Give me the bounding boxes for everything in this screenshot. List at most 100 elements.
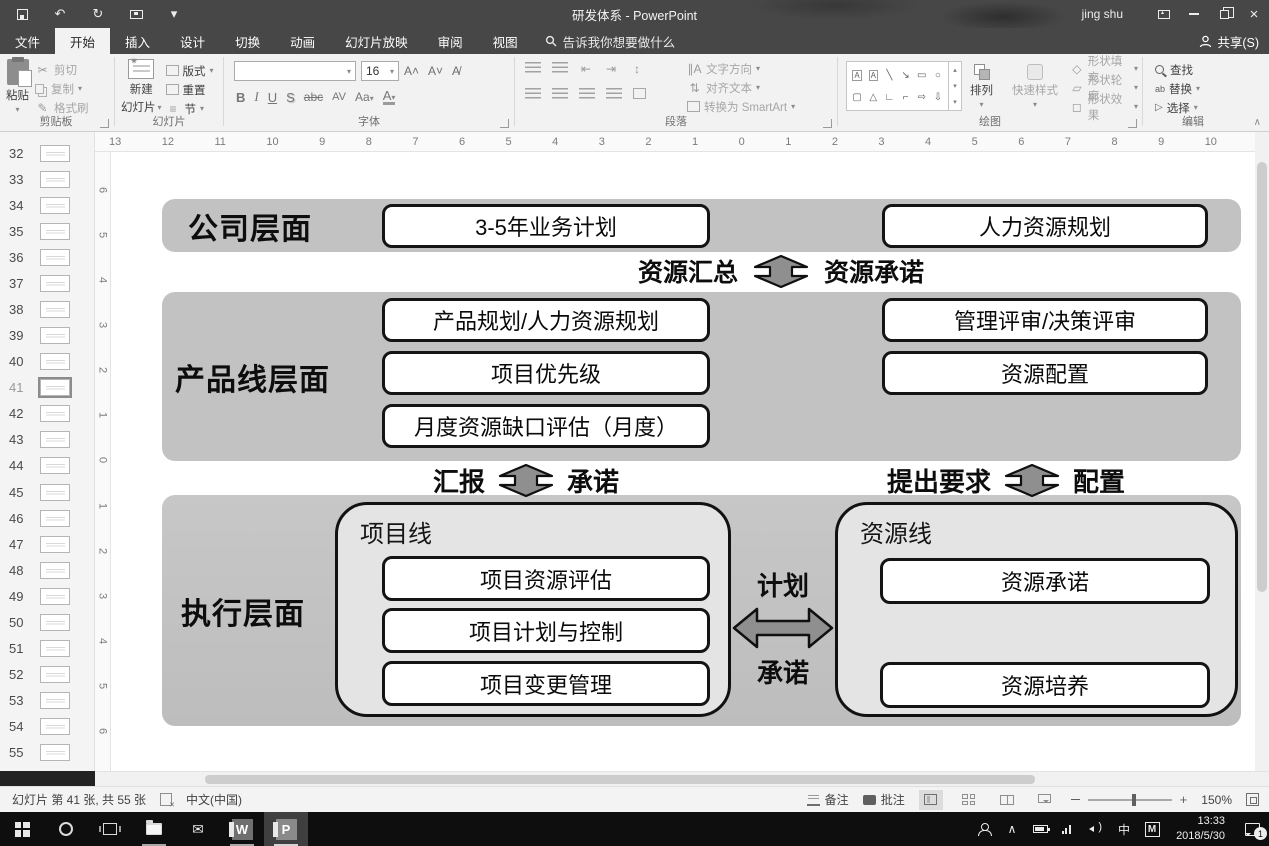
decrease-indent-icon[interactable]: ⇤ (579, 62, 593, 76)
find-button[interactable]: 查找 (1153, 60, 1241, 79)
slide-thumbnail[interactable]: 40 (0, 350, 94, 374)
slide-thumbnail[interactable]: 48 (0, 558, 94, 582)
diagram-box[interactable]: 资源培养 (880, 662, 1210, 708)
shrink-font-button[interactable]: A˅ (428, 64, 443, 78)
band-product-line-level[interactable]: 产品线层面 产品规划/人力资源规划 项目优先级 月度资源缺口评估（月度） 管理评… (162, 292, 1241, 461)
elbow-arrow-connector-icon[interactable]: ⌐ (903, 92, 909, 103)
people-tray-button[interactable] (970, 812, 998, 846)
dialog-launcher-icon[interactable] (1128, 119, 1137, 128)
fit-slide-to-window-button[interactable] (1246, 793, 1259, 806)
signed-in-user[interactable]: jing shu (1082, 7, 1123, 21)
slide-thumbnail[interactable]: 47 (0, 532, 94, 556)
cut-button[interactable]: ✂剪切 (33, 60, 91, 79)
ime-language-button[interactable]: 中 (1110, 812, 1138, 846)
copy-button[interactable]: 复制▾ (33, 79, 91, 98)
slide-thumbnail[interactable]: 33 (0, 167, 94, 191)
dialog-launcher-icon[interactable] (500, 119, 509, 128)
rounded-rectangle-shape-icon[interactable]: ▢ (852, 92, 861, 103)
arrow-plan-commit[interactable]: 计划 承诺 (731, 566, 835, 690)
zoom-out-button[interactable] (1071, 799, 1080, 801)
slide-thumbnail[interactable]: 51 (0, 636, 94, 660)
reset-button[interactable]: 重置 (164, 80, 216, 99)
slide-thumbnail[interactable]: 46 (0, 506, 94, 530)
redo-icon[interactable]: ↻ (90, 6, 106, 22)
triangle-shape-icon[interactable]: △ (869, 92, 877, 103)
line-spacing-icon[interactable]: ↕ (629, 62, 645, 76)
restore-button[interactable] (1209, 0, 1239, 28)
character-spacing-button[interactable]: AV (332, 91, 346, 103)
thumbnail-preview[interactable] (40, 666, 70, 683)
text-shadow-button[interactable]: S (286, 90, 295, 105)
tab-file[interactable]: 文件 (0, 28, 55, 54)
slide-thumbnail[interactable]: 38 (0, 297, 94, 321)
layout-button[interactable]: 版式▾ (164, 61, 216, 80)
change-case-button[interactable]: Aa▾ (355, 90, 374, 104)
shapes-gallery[interactable]: A A ╲ ↘ ▭ ○ ▢ △ ∟ ⌐ ⇨ ⇩ ▴▾▾ (846, 61, 962, 111)
task-view-button[interactable] (88, 812, 132, 846)
powerpoint-taskbar-button[interactable]: P (264, 812, 308, 846)
slide-thumbnail[interactable]: 49 (0, 584, 94, 608)
tab-insert[interactable]: 插入 (110, 28, 165, 54)
bold-button[interactable]: B (236, 90, 245, 105)
font-name-combo[interactable]: ▾ (234, 61, 356, 81)
align-right-icon[interactable] (579, 88, 595, 100)
numbering-icon[interactable] (552, 62, 568, 74)
slide-thumbnail[interactable]: 54 (0, 715, 94, 739)
container-project-line[interactable]: 项目线 项目资源评估 项目计划与控制 项目变更管理 (335, 502, 731, 717)
slide-thumbnail[interactable]: 39 (0, 324, 94, 348)
thumbnail-preview[interactable] (40, 431, 70, 448)
language-status[interactable]: 中文(中国) (186, 791, 242, 808)
battery-tray-button[interactable] (1026, 812, 1054, 846)
thumbnail-preview[interactable] (40, 510, 70, 527)
thumbnail-preview[interactable] (40, 484, 70, 501)
clear-formatting-button[interactable]: A̸ (452, 64, 460, 78)
slide-thumbnail[interactable]: 42 (0, 402, 94, 426)
thumbnail-preview[interactable] (40, 640, 70, 657)
thumbnail-preview[interactable] (40, 614, 70, 631)
tab-animations[interactable]: 动画 (275, 28, 330, 54)
network-tray-button[interactable] (1054, 812, 1082, 846)
word-taskbar-button[interactable]: W (220, 812, 264, 846)
strikethrough-button[interactable]: abc (304, 90, 323, 104)
gallery-scrollbar[interactable]: ▴▾▾ (948, 62, 961, 110)
diagram-box[interactable]: 产品规划/人力资源规划 (382, 298, 710, 342)
minimize-button[interactable] (1179, 0, 1209, 28)
slide-thumbnail[interactable]: 41 (0, 376, 94, 400)
zoom-level[interactable]: 150% (1201, 793, 1232, 807)
slideshow-view-button[interactable] (1033, 790, 1057, 810)
diagram-box[interactable]: 项目资源评估 (382, 556, 710, 601)
elbow-connector-icon[interactable]: ∟ (885, 92, 895, 103)
thumbnail-preview[interactable] (40, 405, 70, 422)
italic-button[interactable]: I (254, 89, 258, 105)
close-button[interactable]: × (1239, 0, 1269, 28)
increase-indent-icon[interactable]: ⇥ (604, 62, 618, 76)
diagram-box[interactable]: 资源配置 (882, 351, 1208, 395)
diagram-box[interactable]: 管理评审/决策评审 (882, 298, 1208, 342)
slide-thumbnail[interactable]: 43 (0, 428, 94, 452)
slide-thumbnail[interactable]: 50 (0, 610, 94, 634)
start-slideshow-icon[interactable] (128, 6, 144, 22)
arrow-row-request-allocate[interactable]: 提出要求 配置 (866, 462, 1146, 498)
container-resource-line[interactable]: 资源线 资源承诺 资源培养 (835, 502, 1238, 717)
tab-home[interactable]: 开始 (55, 28, 110, 54)
align-text-button[interactable]: ⇅对齐文本▾ (685, 78, 797, 97)
slide-thumbnail[interactable]: 37 (0, 271, 94, 295)
slide-thumbnail[interactable]: 44 (0, 454, 94, 478)
zoom-slider[interactable] (1088, 799, 1172, 801)
down-arrow-shape-icon[interactable]: ⇩ (934, 92, 942, 103)
text-direction-button[interactable]: ∥A文字方向▾ (685, 59, 797, 78)
arrow-shape-icon[interactable]: ↘ (901, 70, 909, 81)
customize-qat-icon[interactable]: ▾ (166, 6, 182, 22)
font-color-button[interactable]: A▾ (383, 89, 396, 105)
thumbnail-preview[interactable] (40, 718, 70, 735)
vertical-textbox-shape-icon[interactable]: A (869, 70, 878, 81)
mail-button[interactable]: ✉ (176, 812, 220, 846)
thumbnail-preview[interactable] (40, 457, 70, 474)
tab-design[interactable]: 设计 (165, 28, 220, 54)
show-hidden-icons-button[interactable]: ∧ (998, 812, 1026, 846)
slide-sorter-view-button[interactable] (957, 790, 981, 810)
diagram-box[interactable]: 项目变更管理 (382, 661, 710, 706)
arrange-button[interactable]: 排列 ▾ (970, 57, 993, 109)
band-execution-level[interactable]: 执行层面 项目线 项目资源评估 项目计划与控制 项目变更管理 资源线 资源承诺 … (162, 495, 1241, 726)
new-slide-button[interactable]: 新建 幻灯片▾ (121, 54, 162, 118)
